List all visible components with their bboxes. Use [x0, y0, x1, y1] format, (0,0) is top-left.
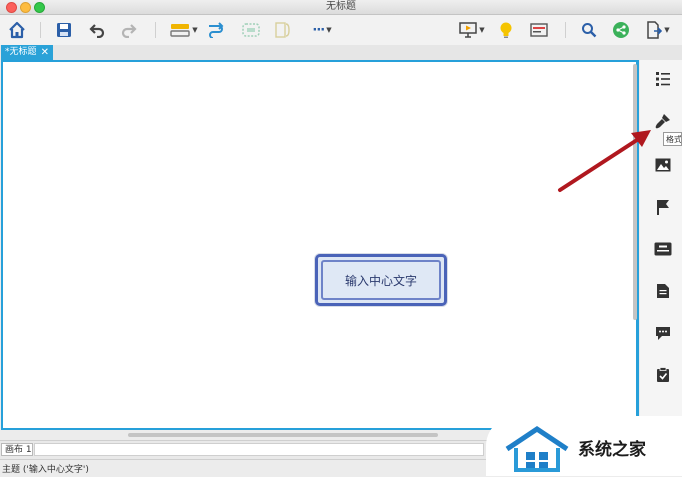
more-icon: ··· — [312, 22, 325, 38]
title-bar: 无标题 — [0, 0, 682, 15]
marker-panel-button[interactable] — [652, 196, 674, 218]
task-icon — [657, 367, 669, 382]
relationship-icon — [209, 22, 224, 38]
presentation-icon — [459, 22, 478, 38]
text-style-panel-button[interactable] — [652, 238, 674, 260]
insert-topic-button[interactable]: ▼ — [168, 18, 200, 42]
sheet-tab-1[interactable]: 画布 1 — [1, 443, 33, 456]
export-button[interactable]: ▼ — [642, 18, 674, 42]
outline-panel-icon — [656, 72, 670, 86]
text-style-icon — [654, 242, 672, 256]
chevron-down-icon: ▼ — [326, 26, 332, 34]
main-toolbar: ▼ ··· ▼ ▼ ▼ — [0, 15, 682, 46]
search-button[interactable] — [578, 18, 600, 42]
comment-icon — [656, 327, 670, 340]
image-panel-button[interactable] — [652, 154, 674, 176]
vertical-scrollbar[interactable] — [633, 64, 637, 320]
format-panel-button[interactable] — [652, 110, 674, 132]
undo-button[interactable] — [86, 18, 108, 42]
outline-view-button[interactable] — [528, 18, 550, 42]
outline-icon — [530, 23, 548, 37]
watermark-text: 系统之家 — [578, 440, 646, 460]
close-icon[interactable]: ✕ — [41, 45, 49, 60]
mindmap-canvas[interactable] — [1, 60, 639, 430]
central-topic-label: 输入中心文字 — [321, 260, 441, 300]
presentation-button[interactable]: ▼ — [456, 18, 488, 42]
format-brush-icon — [655, 114, 670, 129]
central-topic[interactable]: 输入中心文字 — [315, 254, 447, 306]
image-icon — [655, 158, 671, 172]
lightbulb-icon — [500, 22, 512, 38]
chevron-down-icon: ▼ — [664, 26, 670, 34]
toolbar-separator — [40, 22, 41, 38]
search-icon — [582, 23, 597, 38]
undo-icon — [89, 24, 105, 38]
relationship-button[interactable] — [205, 18, 227, 42]
horizontal-scrollbar[interactable] — [128, 433, 438, 437]
more-button[interactable]: ··· ▼ — [306, 18, 338, 42]
summary-icon — [275, 22, 290, 38]
home-icon — [9, 21, 25, 39]
summary-button[interactable] — [272, 18, 294, 42]
notes-panel-button[interactable] — [652, 280, 674, 302]
toolbar-separator — [565, 22, 566, 38]
share-button[interactable] — [610, 18, 632, 42]
save-button[interactable] — [53, 18, 75, 42]
tab-untitled[interactable]: *无标题 ✕ — [1, 45, 53, 60]
boundary-button[interactable] — [240, 18, 262, 42]
chevron-down-icon: ▼ — [479, 26, 485, 34]
task-panel-button[interactable] — [652, 364, 674, 386]
document-tabs: *无标题 ✕ — [0, 45, 682, 60]
export-icon — [647, 21, 663, 39]
outline-panel-button[interactable] — [652, 68, 674, 90]
toolbar-separator — [155, 22, 156, 38]
tab-label: *无标题 — [5, 47, 37, 57]
redo-icon — [121, 24, 137, 38]
insert-topic-icon — [170, 24, 190, 37]
watermark-house-icon — [505, 425, 569, 472]
home-button[interactable] — [6, 18, 28, 42]
notes-icon — [657, 284, 669, 298]
share-icon — [613, 22, 629, 38]
status-text: 主题 ('输入中心文字') — [2, 465, 89, 475]
redo-button[interactable] — [118, 18, 140, 42]
window-title: 无标题 — [326, 1, 356, 12]
chevron-down-icon: ▼ — [192, 26, 198, 34]
format-tooltip: 格式 — [663, 132, 682, 146]
save-icon — [57, 23, 71, 37]
boundary-icon — [242, 23, 260, 37]
sheet-tab-strip — [34, 443, 484, 456]
comment-panel-button[interactable] — [652, 322, 674, 344]
brainstorm-button[interactable] — [495, 18, 517, 42]
marker-flag-icon — [657, 200, 669, 215]
